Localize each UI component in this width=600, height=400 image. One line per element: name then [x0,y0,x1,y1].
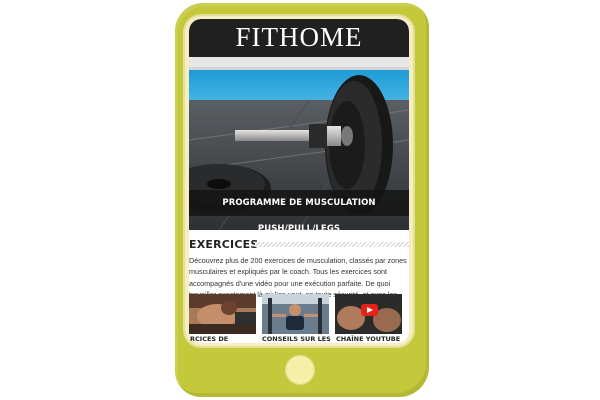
app-title: FITHOME [189,19,409,57]
gym-machine-photo-icon [262,294,329,334]
abs-workout-photo-icon [189,294,256,334]
home-button[interactable] [285,355,315,385]
youtube-play-icon [335,294,402,334]
section-heading-exercices: EXERCICES [189,238,259,251]
section-divider [255,242,409,247]
thumbnail-label-youtube[interactable]: CHAÎNE YOUTUBE [336,335,400,343]
top-band [189,57,409,67]
thumbnail-youtube[interactable] [335,294,402,334]
thumbnail-conseils[interactable] [262,294,329,334]
thumbnail-exercices[interactable] [189,294,256,334]
thumbnail-label-conseils[interactable]: CONSEILS SUR LES [262,335,331,343]
thumbnail-label-exercices[interactable]: RCICES DE [190,335,228,343]
hero-caption[interactable]: PROGRAMME DE MUSCULATION PUSH/PULL/LEGS [189,190,409,234]
